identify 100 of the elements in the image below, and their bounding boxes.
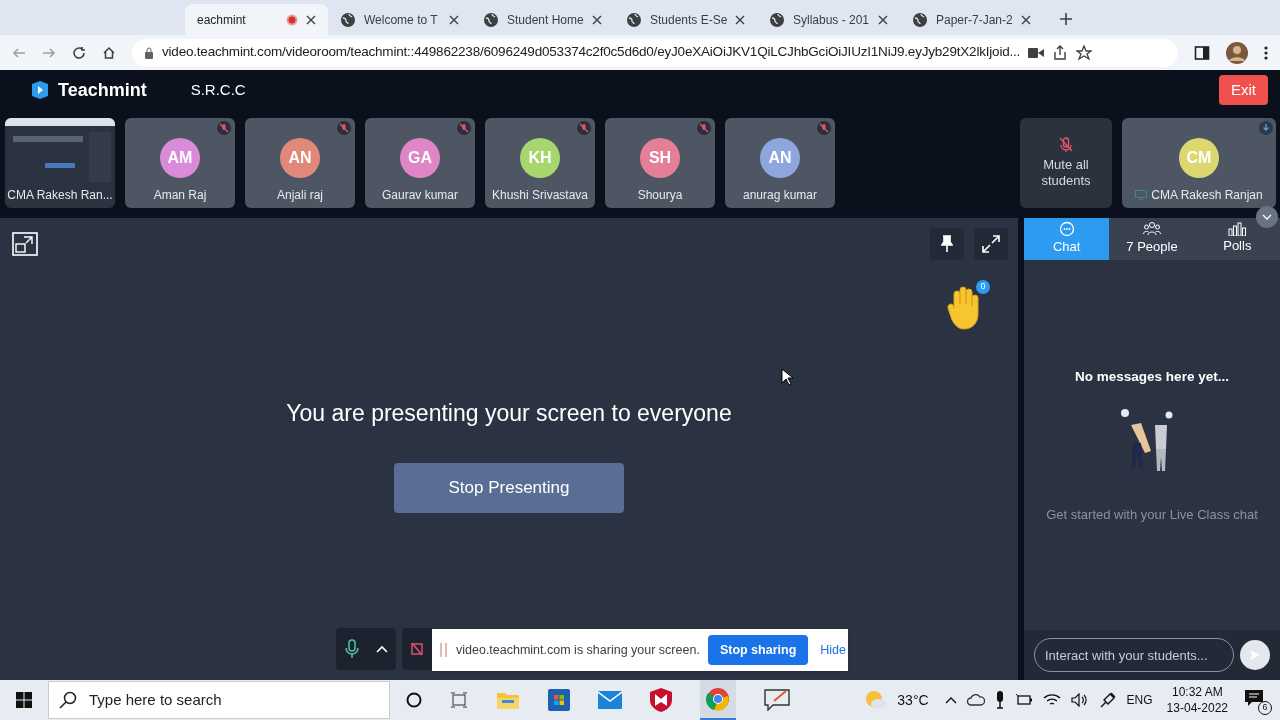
mute-all-button[interactable]: Mute all students [1020, 118, 1112, 208]
close-icon[interactable] [306, 14, 316, 25]
participant-name: Khushi Srivastava [491, 187, 588, 204]
send-icon [1249, 649, 1261, 661]
send-button[interactable] [1240, 640, 1270, 670]
fullscreen-button[interactable] [974, 228, 1008, 260]
avatar-initials: CM [1179, 138, 1219, 178]
sharing-message: video.teachmint.com is sharing your screen. [456, 641, 700, 659]
download-icon [1259, 121, 1273, 135]
feedback-icon[interactable] [764, 689, 790, 711]
lock-icon [144, 46, 154, 59]
camera-off-icon [411, 642, 423, 656]
avatar-initials: AM [160, 138, 200, 178]
avatar-initials: AN [760, 138, 800, 178]
hide-button[interactable]: Hide [816, 640, 850, 660]
store-icon[interactable] [548, 689, 570, 711]
globe-icon [340, 11, 356, 28]
participant-name: CMA Rakesh Ranjan [1151, 187, 1263, 204]
pin-icon [941, 235, 953, 253]
cursor-icon [781, 368, 793, 386]
pen-icon[interactable] [1098, 691, 1117, 709]
avatar-initials: AN [280, 138, 320, 178]
globe-icon [769, 11, 785, 28]
close-icon[interactable] [1021, 14, 1031, 25]
message-icon [1244, 689, 1264, 707]
participant-name: Gaurav kumar [382, 187, 458, 204]
participant-name: Aman Raj [153, 187, 207, 204]
participant-name: anurag kumar [742, 187, 817, 204]
star-icon[interactable] [1076, 44, 1093, 61]
class-name: S.R.C.C [190, 79, 246, 100]
chrome-taskbar-button[interactable] [700, 680, 736, 720]
pin-button[interactable] [930, 228, 964, 260]
browser-tab[interactable]: Paper-7-Jan-2 [900, 4, 1043, 35]
browser-tab[interactable]: Students E-Se [614, 4, 757, 35]
shield-icon[interactable] [650, 688, 672, 712]
microphone-icon[interactable] [994, 691, 1005, 709]
taskbar-search-field[interactable]: Type here to search [48, 681, 390, 719]
address-bar[interactable]: video.teachmint.com/videoroom/teachmint::449862238/6096249d053374c2f0c5d6d0/eyJ0eXAiOiJKV1QiLCJhbGciOiJIUzI1NiJ9.eyJyb29tX2lkIjoid... [132, 38, 1178, 67]
participant-name: Shourya [637, 187, 683, 204]
camera-icon[interactable] [1028, 46, 1045, 59]
new-tab-icon[interactable] [1059, 12, 1073, 26]
exit-button[interactable]: Exit [1219, 75, 1268, 105]
browser-tab[interactable]: Welcome to T [328, 4, 471, 35]
camera-button[interactable] [402, 628, 432, 670]
share-icon[interactable] [1052, 44, 1069, 61]
expand-icon [981, 234, 1001, 254]
browser-tab[interactable]: eachmint [185, 4, 328, 35]
close-icon[interactable] [735, 14, 745, 25]
task-view-icon[interactable] [450, 692, 468, 708]
reload-icon[interactable] [72, 45, 86, 60]
empty-chat-title: No messages here yet... [1074, 368, 1230, 386]
teachmint-logo-icon [30, 80, 50, 100]
presenting-message: You are presenting your screen to everyone [286, 399, 732, 428]
brand-name: Teachmint [58, 78, 147, 102]
chrome-icon [706, 687, 730, 711]
globe-icon [483, 11, 499, 28]
participant-name: Anjali raj [277, 187, 323, 204]
wifi-icon[interactable] [1042, 693, 1061, 707]
temperature-label: 33°C [897, 690, 929, 710]
search-icon [59, 691, 77, 709]
avatar-initials: GA [400, 138, 440, 178]
notification-center-button[interactable]: 6 [1244, 687, 1270, 713]
stop-presenting-button[interactable]: Stop Presenting [394, 462, 624, 513]
taskbar-clock[interactable]: 10:32 AM 13-04-2022 [1166, 684, 1228, 716]
windows-start-icon[interactable] [16, 692, 32, 708]
hand-count-badge: 0 [976, 280, 990, 294]
close-icon[interactable] [878, 14, 888, 25]
recording-icon [286, 13, 298, 26]
folder-icon[interactable] [496, 690, 520, 710]
screen-share-icon [1135, 190, 1148, 200]
chat-bubble-icon [1058, 221, 1075, 238]
close-icon[interactable] [592, 14, 602, 25]
home-icon[interactable] [102, 45, 116, 60]
language-indicator[interactable]: ENG [1126, 691, 1153, 709]
chevron-down-icon [1262, 214, 1272, 220]
side-panel-icon[interactable] [1194, 44, 1210, 61]
picture-in-picture-icon[interactable] [12, 232, 38, 256]
browser-tab[interactable]: Syllabus - 201 [757, 4, 900, 35]
muted-mic-icon [1059, 137, 1073, 153]
stop-sharing-button[interactable]: Stop sharing [707, 635, 809, 665]
globe-icon [912, 11, 928, 28]
microphone-icon [344, 639, 359, 659]
profile-avatar[interactable] [1226, 41, 1248, 64]
bar-chart-icon [1228, 222, 1247, 237]
close-icon[interactable] [449, 14, 459, 25]
menu-icon[interactable] [1264, 44, 1268, 61]
chat-input-field[interactable]: Interact with your students... [1034, 638, 1234, 672]
mail-icon[interactable] [598, 691, 622, 709]
pause-icon [440, 643, 448, 657]
participant-name: CMA Rakesh Ran... [7, 187, 113, 204]
avatar-initials: KH [520, 138, 560, 178]
cortana-icon[interactable] [406, 692, 422, 708]
browser-tab[interactable]: Student Home [471, 4, 614, 35]
chevron-up-icon[interactable] [944, 696, 957, 704]
cloud-icon[interactable] [966, 694, 985, 706]
notification-count-badge: 6 [1258, 701, 1272, 715]
empty-chat-hint: Get started with your Live Class chat [1045, 506, 1259, 525]
battery-icon[interactable] [1014, 693, 1033, 707]
speaker-icon[interactable] [1070, 693, 1089, 707]
microphone-button[interactable] [336, 628, 396, 670]
